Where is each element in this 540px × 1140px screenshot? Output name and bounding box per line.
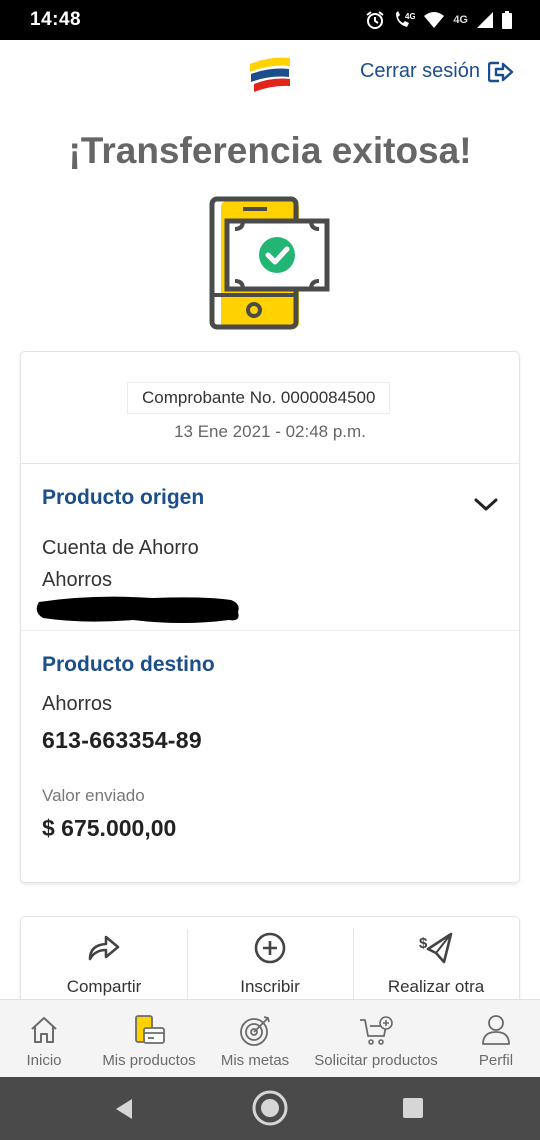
nav-item-profile[interactable]: Perfil xyxy=(452,1000,540,1077)
nav-item-request-products[interactable]: Solicitar productos xyxy=(300,1000,452,1077)
status-bar: 14:48 4G 4G xyxy=(0,0,540,40)
back-icon[interactable] xyxy=(114,1098,134,1120)
origin-section: Producto origen Cuenta de Ahorro Ahorros xyxy=(21,464,519,631)
recents-icon[interactable] xyxy=(402,1097,424,1119)
home-button-icon[interactable] xyxy=(251,1089,289,1127)
system-nav-bar xyxy=(0,1077,540,1140)
origin-title: Producto origen xyxy=(42,486,205,509)
nav-label-request-products: Solicitar productos xyxy=(314,1052,438,1069)
status-icons: 4G 4G xyxy=(365,10,512,30)
amount-value: $ 675.000,00 xyxy=(42,815,177,841)
nav-item-products[interactable]: Mis productos xyxy=(88,1000,210,1077)
svg-text:4G: 4G xyxy=(405,12,415,21)
logout-label: Cerrar sesión xyxy=(359,60,480,82)
destination-account-type: Ahorros xyxy=(42,693,113,715)
nav-item-home[interactable]: Inicio xyxy=(0,1000,88,1077)
enroll-label: Inscribir xyxy=(240,977,300,996)
signal-icon xyxy=(477,12,493,28)
nav-label-goals: Mis metas xyxy=(220,1052,290,1069)
destination-account-number: 613-663354-89 xyxy=(42,727,202,753)
user-icon xyxy=(482,1015,510,1045)
logout-icon xyxy=(488,61,514,82)
battery-icon xyxy=(502,11,512,29)
origin-account-name: Cuenta de Ahorro xyxy=(42,537,199,559)
call-4g-icon: 4G xyxy=(396,11,415,27)
destination-section: Producto destino Ahorros 613-663354-89 V… xyxy=(21,631,519,881)
voucher-number: Comprobante No. 0000084500 xyxy=(127,382,391,414)
destination-title: Producto destino xyxy=(42,653,215,676)
nav-label-products: Mis productos xyxy=(102,1052,196,1069)
bottom-nav: Inicio Mis productos Mis metas Solicitar… xyxy=(0,999,540,1077)
app-header: Cerrar sesión xyxy=(0,40,540,110)
alarm-icon xyxy=(366,11,384,29)
amount-label: Valor enviado xyxy=(42,786,145,805)
nav-label-profile: Perfil xyxy=(478,1052,514,1069)
chevron-down-icon[interactable] xyxy=(473,494,499,514)
logout-button[interactable]: Cerrar sesión xyxy=(360,60,514,83)
products-icon xyxy=(135,1015,165,1044)
wifi-icon xyxy=(424,12,445,28)
cart-add-icon xyxy=(360,1016,393,1045)
page-title: ¡Transferencia exitosa! xyxy=(68,130,472,171)
status-time: 14:48 xyxy=(30,9,82,30)
plus-circle-icon xyxy=(254,932,286,964)
bank-logo xyxy=(250,57,290,92)
target-icon xyxy=(240,1016,270,1046)
transfer-success-illustration xyxy=(209,196,330,330)
share-label: Compartir xyxy=(66,977,142,996)
voucher-section: Comprobante No. 0000084500 13 Ene 2021 -… xyxy=(21,352,519,464)
receipt-card: Comprobante No. 0000084500 13 Ene 2021 -… xyxy=(21,352,519,882)
voucher-date: 13 Ene 2021 - 02:48 p.m. xyxy=(174,422,366,441)
svg-text:$: $ xyxy=(419,935,428,952)
new-transfer-label: Realizar otra xyxy=(387,977,485,996)
origin-account-type: Ahorros xyxy=(42,569,113,591)
home-icon xyxy=(31,1017,57,1043)
share-icon xyxy=(88,935,120,961)
nav-label-home: Inicio xyxy=(26,1052,62,1069)
network-type-label: 4G xyxy=(453,14,468,26)
send-money-icon: $ xyxy=(419,932,453,964)
nav-item-goals[interactable]: Mis metas xyxy=(210,1000,300,1077)
redacted-account-number xyxy=(36,596,239,623)
